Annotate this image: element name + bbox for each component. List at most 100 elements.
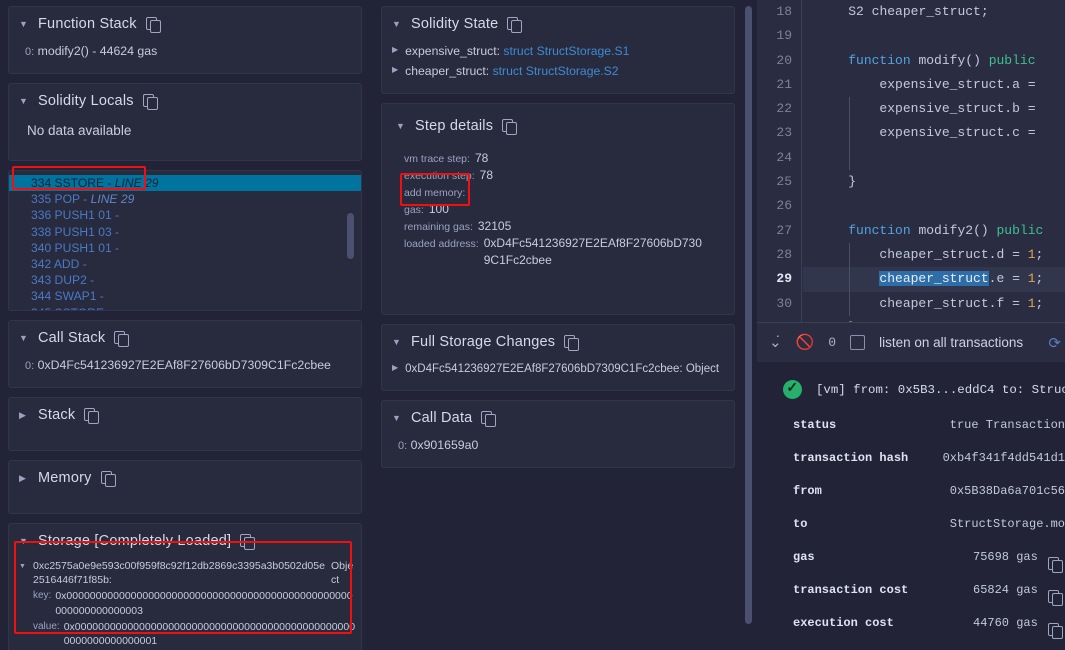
opcode-scrollbar[interactable] [347, 213, 354, 260]
opcode-row[interactable]: 343 DUP2 - [9, 272, 361, 288]
editor-code-area[interactable]: S2 cheaper_struct; function modify() pub… [803, 0, 1065, 322]
copy-icon[interactable] [84, 408, 100, 425]
panel-solidity-state: Solidity State ▶ expensive_struct: struc… [381, 6, 735, 95]
item-text: 0x901659a0 [410, 438, 479, 453]
panel-body-call-data: 0: 0x901659a0 [382, 434, 734, 467]
code-editor[interactable]: 181920212223242526272829303132 S2 cheape… [757, 0, 1065, 322]
transaction-detail-row: transaction cost 65824 gas [757, 583, 1065, 597]
terminal-count: 0 [828, 335, 837, 350]
listen-all-transactions-checkbox[interactable] [850, 335, 866, 350]
code-line[interactable]: cheaper_struct.d = 1; [803, 243, 1065, 267]
chevrons-down-icon[interactable]: ⌄̇ [769, 335, 782, 350]
code-line[interactable]: cheaper_struct.e = 1; [803, 267, 1065, 292]
transaction-detail-value: 44760 gas [973, 616, 1038, 630]
opcode-row[interactable]: 340 PUSH1 01 - [9, 240, 361, 256]
step-detail-value: 0xD4Fc541236927E2EAf8F27606bD7309C1Fc2cb… [483, 236, 702, 268]
panel-title-storage: Storage [Completely Loaded] [38, 533, 232, 550]
state-var-name: expensive_struct: [405, 44, 500, 58]
item-text: 0xD4Fc541236927E2EAf8F27606bD7309C1Fc2cb… [37, 358, 331, 373]
transaction-detail-value: 0xb4f341f4dd541d1 [942, 451, 1065, 465]
copy-icon[interactable] [564, 335, 580, 352]
code-line[interactable]: function modify2() public [803, 219, 1065, 243]
line-number: 21 [776, 76, 792, 92]
ban-icon[interactable]: 🚫 [796, 335, 815, 350]
opcode-row[interactable]: 344 SWAP1 - [9, 288, 361, 304]
panel-header-solidity-locals[interactable]: Solidity Locals [9, 84, 361, 117]
panel-header-step-details[interactable]: Step details [382, 104, 734, 142]
code-line[interactable]: expensive_struct.b = [803, 97, 1065, 121]
code-line[interactable]: function modify() public [803, 49, 1065, 73]
opcode-row[interactable]: 335 POP - LINE 29 [9, 191, 361, 207]
copy-icon[interactable] [481, 411, 497, 428]
panel-header-memory[interactable]: Memory [9, 461, 361, 494]
panel-header-call-data[interactable]: Call Data [382, 401, 734, 434]
panel-header-storage[interactable]: Storage [Completely Loaded] [9, 524, 361, 557]
chevron-down-icon[interactable] [19, 559, 29, 570]
opcode-text: 342 ADD - [31, 257, 87, 272]
code-line[interactable]: S2 cheaper_struct; [803, 0, 1065, 24]
tree-item[interactable]: ▶ cheaper_struct: struct StructStorage.S… [392, 62, 722, 82]
panel-opcodes[interactable]: 334 SSTORE - LINE 29 335 POP - LINE 29 336… [8, 170, 362, 312]
panel-header-call-stack[interactable]: Call Stack [9, 321, 361, 354]
panel-body-stack [9, 431, 361, 450]
transaction-detail-row: gas 75698 gas [757, 550, 1065, 564]
transaction-detail-rows: status true Transaction transaction hash 0x… [757, 418, 1065, 630]
chevron-down-icon[interactable] [19, 537, 29, 546]
panel-header-full-storage-changes[interactable]: Full Storage Changes [382, 325, 734, 358]
tree-item[interactable]: ▶ 0xD4Fc541236927E2EAf8F27606bD7309C1Fc2… [392, 360, 722, 378]
panel-title-memory: Memory [38, 470, 92, 487]
editor-gutter: 181920212223242526272829303132 [757, 0, 802, 322]
code-line[interactable] [803, 24, 1065, 48]
copy-icon[interactable] [507, 17, 523, 33]
transaction-detail-key: status [793, 418, 837, 432]
chevron-right-icon[interactable]: ▶ [392, 42, 398, 57]
panel-header-function-stack[interactable]: Function Stack [9, 7, 361, 40]
opcode-row[interactable]: 338 PUSH1 03 - [9, 224, 361, 240]
opcode-row[interactable]: 334 SSTORE - LINE 29 [9, 175, 361, 192]
debugger-panel-scrollbar[interactable] [745, 6, 752, 624]
chevron-down-icon[interactable] [392, 338, 402, 347]
chevron-down-icon[interactable] [19, 20, 29, 29]
panel-title-function-stack: Function Stack [38, 16, 137, 32]
chevron-down-icon[interactable] [392, 20, 402, 29]
opcode-text: 340 PUSH1 01 - [31, 240, 120, 255]
code-line[interactable]: cheaper_struct.f = 1; [803, 292, 1065, 316]
copy-icon[interactable] [240, 534, 256, 551]
transaction-detail-value: 65824 gas [973, 583, 1038, 597]
opcode-row[interactable]: 342 ADD - [9, 256, 361, 272]
chevron-right-icon[interactable]: ▶ [392, 62, 398, 77]
chevron-right-icon[interactable]: ▶ [392, 360, 398, 375]
chevron-right-icon[interactable] [19, 411, 29, 420]
step-detail-value: 78 [479, 168, 493, 183]
storage-entry-type: Object [331, 560, 354, 587]
copy-icon[interactable] [145, 17, 161, 33]
copy-icon[interactable] [100, 471, 116, 488]
chevron-down-icon[interactable] [19, 334, 29, 343]
code-line[interactable]: expensive_struct.c = [803, 121, 1065, 145]
tree-item[interactable]: ▶ expensive_struct: struct StructStorage… [392, 42, 722, 62]
chevron-down-icon[interactable] [19, 97, 29, 106]
opcode-list[interactable]: 334 SSTORE - LINE 29 335 POP - LINE 29 336… [9, 171, 361, 310]
copy-icon[interactable] [114, 331, 130, 348]
chevron-right-icon[interactable] [19, 474, 29, 483]
copy-icon[interactable] [502, 119, 518, 136]
copy-icon[interactable] [142, 94, 158, 111]
transaction-detail-row: status true Transaction [757, 418, 1065, 432]
opcode-text: 344 SWAP1 - [31, 289, 104, 304]
opcode-row[interactable]: 336 PUSH1 01 - [9, 207, 361, 223]
line-number: 20 [776, 52, 792, 68]
opcode-text: 336 PUSH1 01 - [31, 208, 120, 223]
storage-key-label: key: [33, 590, 52, 602]
code-line[interactable]: expensive_struct.a = [803, 73, 1065, 97]
chevron-down-icon[interactable] [392, 414, 402, 423]
code-line[interactable]: } [803, 170, 1065, 194]
opcode-row[interactable]: 345 SSTORE [9, 305, 361, 310]
transaction-header[interactable]: [vm] from: 0x5B3...eddC4 to: Struc [757, 379, 1065, 399]
code-line[interactable] [803, 194, 1065, 218]
code-line[interactable] [803, 146, 1065, 170]
chevron-down-icon[interactable] [396, 122, 406, 131]
refresh-icon[interactable]: ⟳ [1048, 334, 1061, 352]
panel-header-solidity-state[interactable]: Solidity State [382, 7, 734, 40]
panel-header-stack[interactable]: Stack [9, 398, 361, 431]
step-detail-row: vm trace step: 78 [404, 150, 722, 167]
